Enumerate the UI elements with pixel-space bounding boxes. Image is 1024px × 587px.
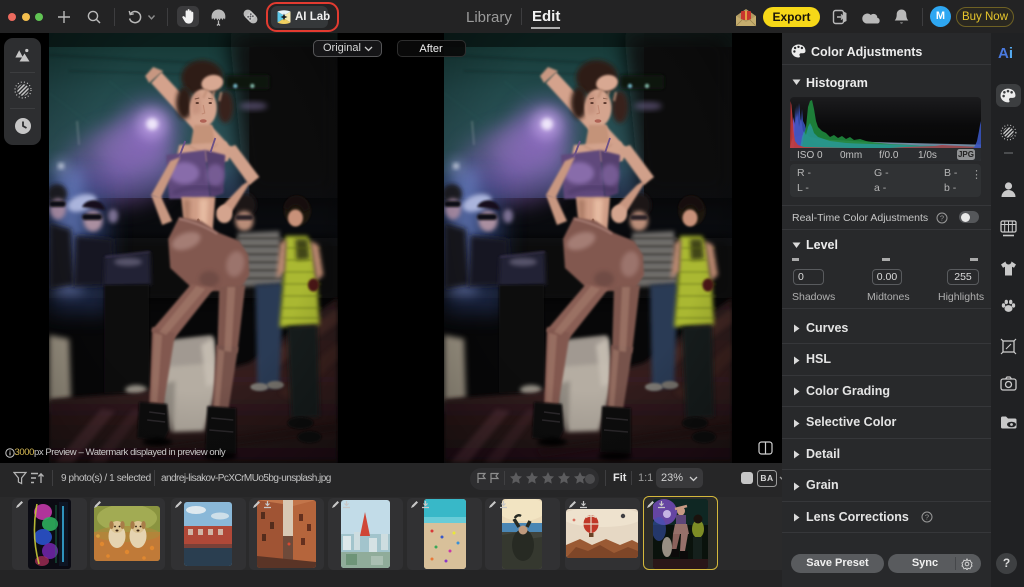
svg-text:?: ? [940, 213, 944, 222]
svg-text:?: ? [925, 513, 929, 522]
